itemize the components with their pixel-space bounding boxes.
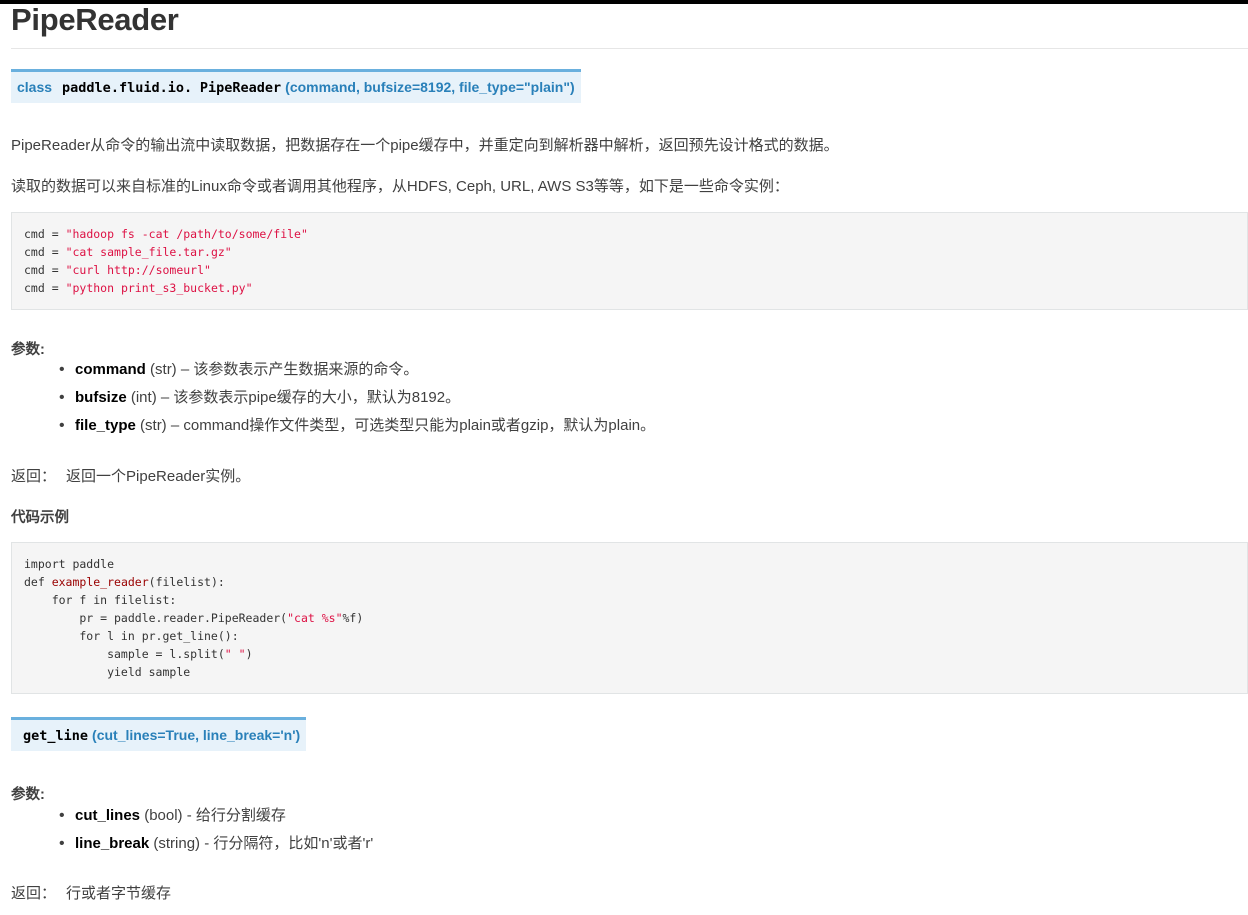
- code-example-heading: 代码示例: [11, 510, 69, 526]
- code-line: def example_reader(filelist):: [24, 575, 225, 589]
- method-signature: get_line (cut_lines=True, line_break='n'): [11, 717, 307, 751]
- code-line: cmd = "cat sample_file.tar.gz": [24, 245, 232, 259]
- returns-1: 返回： 返回一个PipeReader实例。: [11, 465, 250, 486]
- method-params-list: cut_lines (bool) - 给行分割缓存 line_break (st…: [57, 802, 373, 858]
- class-keyword: class: [17, 79, 53, 95]
- code-line: import paddle: [24, 557, 115, 571]
- returns-2: 返回： 行或者字节缓存: [11, 882, 171, 903]
- page-title: PipeReader: [11, 2, 179, 37]
- description-paragraph-2: 读取的数据可以来自标准的Linux命令或者调用其他程序，从HDFS, Ceph,…: [11, 178, 789, 195]
- code-example-block: import paddle def example_reader(filelis…: [11, 542, 1248, 694]
- param-cut-lines: cut_lines (bool) - 给行分割缓存: [57, 802, 373, 830]
- top-border: [0, 0, 1248, 4]
- title-divider: [11, 48, 1248, 49]
- code-line: for f in filelist:: [24, 593, 177, 607]
- code-line: cmd = "python print_s3_bucket.py": [24, 281, 253, 295]
- param-bufsize: bufsize (int) – 该参数表示pipe缓存的大小，默认为8192。: [57, 384, 655, 412]
- class-module: paddle.fluid.io.: [62, 80, 193, 96]
- description-paragraph-1: PipeReader从命令的输出流中读取数据，把数据存在一个pipe缓存中，并重…: [11, 137, 839, 154]
- method-params-label: 参数:: [11, 787, 45, 803]
- code-line: sample = l.split(" "): [24, 647, 253, 661]
- class-name: PipeReader: [199, 80, 282, 96]
- code-line: pr = paddle.reader.PipeReader("cat %s"%f…: [24, 611, 364, 625]
- method-name: get_line: [23, 728, 89, 744]
- class-params: (command, bufsize=8192, file_type="plain…: [285, 79, 575, 95]
- class-signature: class paddle.fluid.io. PipeReader (command…: [11, 69, 581, 103]
- code-line: for l in pr.get_line():: [24, 629, 239, 643]
- code-line: cmd = "hadoop fs -cat /path/to/some/file…: [24, 227, 308, 241]
- code-line: cmd = "curl http://someurl": [24, 263, 211, 277]
- param-line-break: line_break (string) - 行分隔符，比如'n'或者'r': [57, 830, 373, 858]
- method-params: (cut_lines=True, line_break='n'): [92, 727, 301, 743]
- returns-value: 返回一个PipeReader实例。: [66, 468, 251, 485]
- params-list: command (str) – 该参数表示产生数据来源的命令。 bufsize …: [57, 356, 655, 440]
- cmd-code-block: cmd = "hadoop fs -cat /path/to/some/file…: [11, 212, 1248, 310]
- param-file-type: file_type (str) – command操作文件类型，可选类型只能为p…: [57, 412, 655, 440]
- returns-label: 返回：: [11, 468, 57, 485]
- params-label: 参数:: [11, 342, 45, 358]
- returns-value: 行或者字节缓存: [66, 885, 172, 902]
- returns-label: 返回：: [11, 885, 57, 902]
- param-command: command (str) – 该参数表示产生数据来源的命令。: [57, 356, 655, 384]
- code-line: yield sample: [24, 665, 191, 679]
